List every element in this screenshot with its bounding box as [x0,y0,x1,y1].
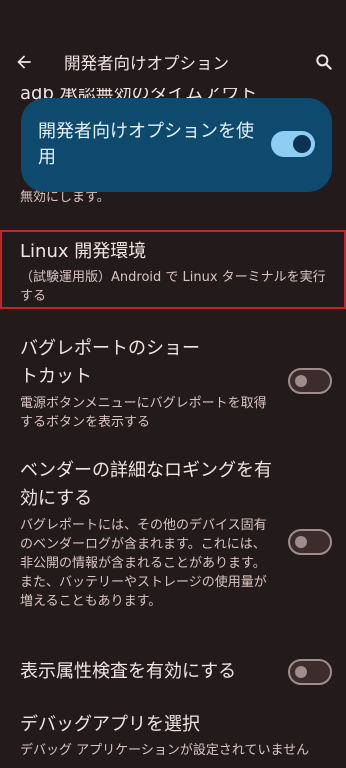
pref-summary: （試験運用版）Android で Linux ターミナルを実行する [20,270,326,304]
toggle-knob [295,666,307,678]
toggle-knob [295,536,307,548]
pref-summary: バグレポートには、その他のデバイス固有のベンダーログが含まれます。これには、非公… [20,518,267,609]
pref-title: Linux 開発環境 [20,241,147,262]
pref-title: バグレポートのショートカット [20,338,200,387]
view-attribute-inspection-item[interactable]: 表示属性検査を有効にする [0,659,346,685]
pref-title: デバッグアプリを選択 [20,714,200,735]
search-icon [316,54,332,70]
pref-summary: デバッグ アプリケーションが設定されていません [20,743,310,758]
master-switch-label: 開発者向けオプションを使用 [38,121,254,168]
bugreport-shortcut-item[interactable]: バグレポートのショートカット 電源ボタンメニューにバグレポートを取得するボタンを… [0,335,346,432]
settings-list[interactable]: adb 承認無効のタイムアウト 無効にします。 開発者向けオプションを使用 Li… [0,88,346,768]
pref-title: 表示属性検査を有効にする [20,661,237,682]
search-button[interactable] [302,40,346,84]
pref-title: ベンダーの詳細なロギングを有効にする [20,460,272,509]
app-bar: 開発者向けオプション [0,36,346,88]
status-bar [0,0,346,36]
vendor-logging-toggle[interactable] [288,529,332,555]
bugreport-toggle[interactable] [288,368,332,394]
developer-options-master-switch[interactable]: 開発者向けオプションを使用 [21,98,332,192]
arrow-back-icon [17,55,31,69]
view-attribute-toggle[interactable] [288,659,332,685]
toggle-knob [295,375,307,387]
select-debug-app-item[interactable]: デバッグアプリを選択 デバッグ アプリケーションが設定されていません [0,712,346,760]
master-toggle[interactable] [271,131,315,157]
vendor-logging-item[interactable]: ベンダーの詳細なロギングを有効にする バグレポートには、その他のデバイス固有のベ… [0,457,346,611]
pref-summary: 電源ボタンメニューにバグレポートを取得するボタンを表示する [20,396,267,430]
back-button[interactable] [2,40,46,84]
toggle-knob [293,135,311,153]
linux-dev-env-item[interactable]: Linux 開発環境 （試験運用版）Android で Linux ターミナルを… [0,239,346,306]
page-title: 開発者向けオプション [64,54,229,73]
